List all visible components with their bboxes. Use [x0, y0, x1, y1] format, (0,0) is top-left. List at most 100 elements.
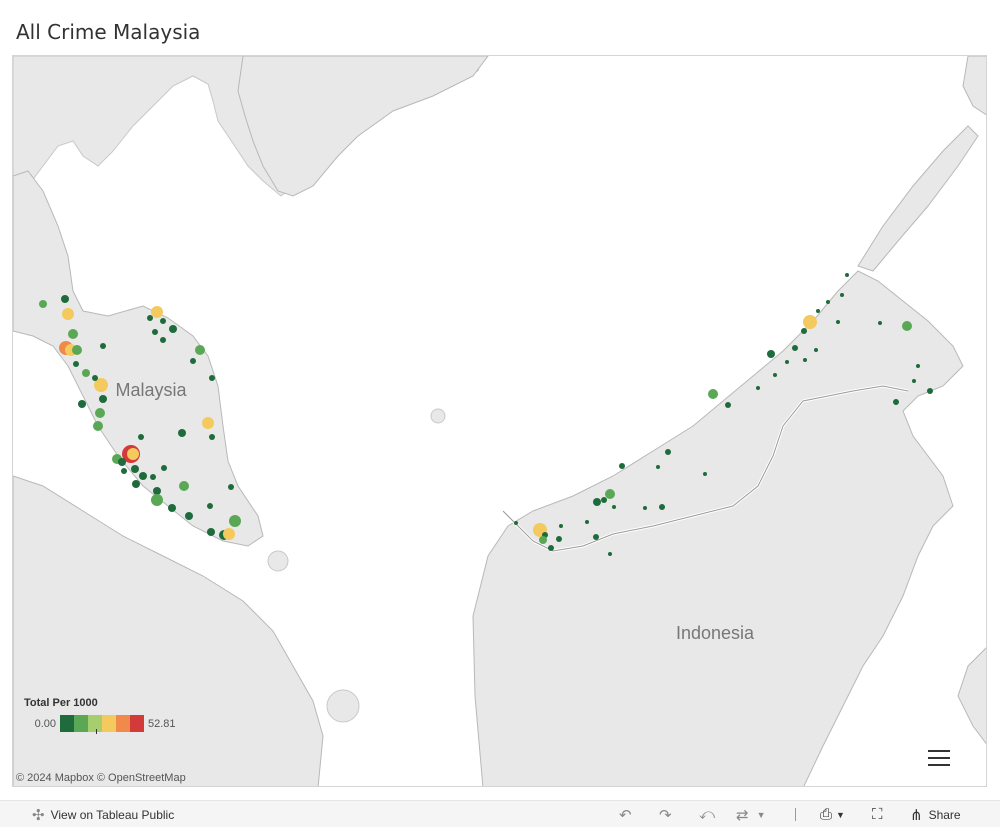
crime-mark[interactable]: [605, 489, 615, 499]
revert-button[interactable]: ⤺: [699, 801, 715, 828]
crime-mark[interactable]: [209, 434, 215, 440]
crime-mark[interactable]: [178, 429, 186, 437]
crime-mark[interactable]: [703, 472, 707, 476]
map-view[interactable]: Malaysia Indonesia: [12, 55, 987, 787]
crime-mark[interactable]: [792, 345, 798, 351]
download-button[interactable]: ⎙ ▼: [820, 801, 845, 828]
crime-mark[interactable]: [803, 315, 817, 329]
crime-mark[interactable]: [643, 506, 647, 510]
undo-button[interactable]: ↶: [619, 801, 632, 828]
crime-mark[interactable]: [195, 345, 205, 355]
crime-mark[interactable]: [756, 386, 760, 390]
crime-mark[interactable]: [514, 521, 518, 525]
crime-mark[interactable]: [585, 520, 589, 524]
view-on-tableau-public-link[interactable]: ✣ View on Tableau Public: [32, 801, 174, 828]
crime-mark[interactable]: [139, 472, 147, 480]
crime-mark[interactable]: [207, 528, 215, 536]
crime-mark[interactable]: [836, 320, 840, 324]
crime-mark[interactable]: [127, 448, 139, 460]
crime-mark[interactable]: [814, 348, 818, 352]
share-button[interactable]: ⋔ Share: [910, 801, 961, 828]
crime-mark[interactable]: [548, 545, 554, 551]
crime-mark[interactable]: [209, 375, 215, 381]
crime-mark[interactable]: [152, 329, 158, 335]
crime-mark[interactable]: [68, 329, 78, 339]
crime-mark[interactable]: [62, 308, 74, 320]
crime-mark[interactable]: [118, 458, 126, 466]
crime-mark[interactable]: [169, 325, 177, 333]
crime-mark[interactable]: [223, 528, 235, 540]
crime-mark[interactable]: [168, 504, 176, 512]
map-canvas[interactable]: Malaysia Indonesia: [13, 56, 987, 787]
crime-mark[interactable]: [72, 345, 82, 355]
crime-mark[interactable]: [95, 408, 105, 418]
crime-mark[interactable]: [179, 481, 189, 491]
crime-mark[interactable]: [927, 388, 933, 394]
crime-mark[interactable]: [138, 434, 144, 440]
crime-mark[interactable]: [93, 421, 103, 431]
crime-mark[interactable]: [147, 315, 153, 321]
refresh-button[interactable]: ⇄ ▼: [736, 801, 766, 828]
crime-mark[interactable]: [92, 375, 98, 381]
crime-mark[interactable]: [612, 505, 616, 509]
crime-mark[interactable]: [160, 337, 166, 343]
map-attribution[interactable]: © 2024 Mapbox © OpenStreetMap: [16, 772, 186, 784]
crime-mark[interactable]: [190, 358, 196, 364]
menu-icon[interactable]: [928, 747, 950, 766]
crime-mark[interactable]: [608, 552, 612, 556]
crime-mark[interactable]: [151, 306, 163, 318]
crime-mark[interactable]: [131, 465, 139, 473]
crime-mark[interactable]: [228, 484, 234, 490]
crime-mark[interactable]: [845, 273, 849, 277]
crime-mark[interactable]: [539, 536, 547, 544]
crime-mark[interactable]: [151, 494, 163, 506]
crime-mark[interactable]: [82, 369, 90, 377]
redo-button[interactable]: ↷: [659, 801, 672, 828]
crime-mark[interactable]: [556, 536, 562, 542]
crime-mark[interactable]: [121, 468, 127, 474]
crime-mark[interactable]: [902, 321, 912, 331]
crime-mark[interactable]: [160, 318, 166, 324]
crime-mark[interactable]: [150, 474, 156, 480]
crime-mark[interactable]: [840, 293, 844, 297]
crime-mark[interactable]: [601, 497, 607, 503]
crime-mark[interactable]: [132, 480, 140, 488]
toolbar-divider: [795, 808, 796, 821]
crime-mark[interactable]: [593, 498, 601, 506]
chevron-down-icon: ▼: [756, 809, 766, 820]
view-on-tableau-public-label: View on Tableau Public: [50, 807, 175, 822]
color-legend[interactable]: Total Per 1000 0.00 52.81: [24, 697, 176, 734]
crime-mark[interactable]: [99, 395, 107, 403]
crime-mark[interactable]: [39, 300, 47, 308]
crime-mark[interactable]: [826, 300, 830, 304]
crime-mark[interactable]: [559, 524, 563, 528]
crime-mark[interactable]: [916, 364, 920, 368]
crime-mark[interactable]: [708, 389, 718, 399]
crime-mark[interactable]: [785, 360, 789, 364]
crime-mark[interactable]: [78, 400, 86, 408]
crime-mark[interactable]: [773, 373, 777, 377]
crime-mark[interactable]: [665, 449, 671, 455]
crime-mark[interactable]: [185, 512, 193, 520]
crime-mark[interactable]: [816, 309, 820, 313]
crime-mark[interactable]: [73, 361, 79, 367]
crime-mark[interactable]: [656, 465, 660, 469]
crime-mark[interactable]: [801, 328, 807, 334]
crime-mark[interactable]: [161, 465, 167, 471]
crime-mark[interactable]: [803, 358, 807, 362]
crime-mark[interactable]: [659, 504, 665, 510]
fullscreen-button[interactable]: ⛶: [872, 801, 883, 828]
crime-mark[interactable]: [61, 295, 69, 303]
crime-mark[interactable]: [153, 487, 161, 495]
crime-mark[interactable]: [767, 350, 775, 358]
crime-mark[interactable]: [202, 417, 214, 429]
crime-mark[interactable]: [912, 379, 916, 383]
crime-mark[interactable]: [207, 503, 213, 509]
crime-mark[interactable]: [619, 463, 625, 469]
crime-mark[interactable]: [229, 515, 241, 527]
crime-mark[interactable]: [893, 399, 899, 405]
crime-mark[interactable]: [725, 402, 731, 408]
crime-mark[interactable]: [593, 534, 599, 540]
crime-mark[interactable]: [878, 321, 882, 325]
crime-mark[interactable]: [100, 343, 106, 349]
